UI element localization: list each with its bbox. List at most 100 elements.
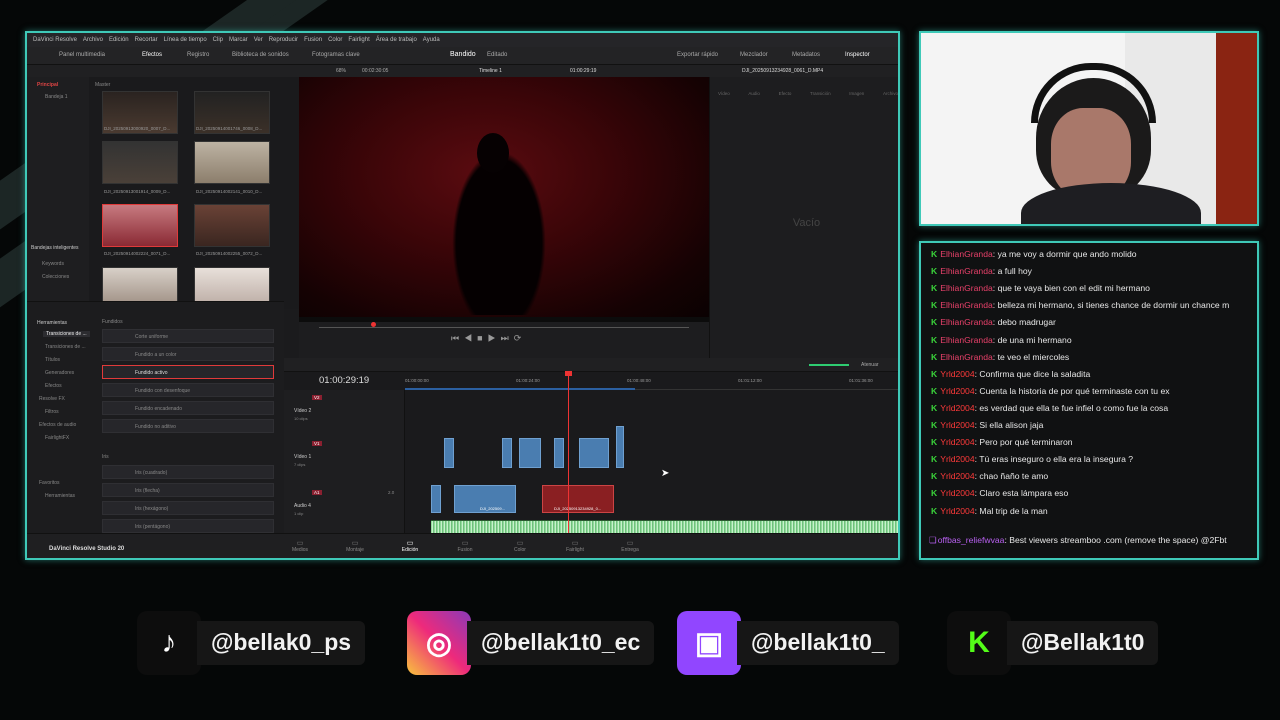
timeline-selector[interactable]: Timeline 1 [479,68,502,74]
chat-username[interactable]: Yrld2004 [940,506,974,516]
tools-item[interactable]: Herramientas [45,493,75,499]
menu-item[interactable]: Clip [213,37,223,43]
effect-item[interactable]: Corte uniforme [102,329,274,343]
menu-item[interactable]: Edición [109,37,129,43]
audio-transitions-item[interactable]: Transiciones de ... [45,344,86,350]
inspector-tab[interactable]: Archivo [883,81,898,101]
toolbox-header[interactable]: Herramientas [37,320,67,326]
menu-item[interactable]: Color [328,37,342,43]
social-badge[interactable]: ▣ @bellak1t0_ [677,611,899,675]
effect-item[interactable]: Fundido activo [102,365,274,379]
inspector-tab[interactable]: Efecto [779,81,792,101]
media-pool-button[interactable]: Panel multimedia [59,52,105,58]
audio-effects-item[interactable]: Efectos de audio [39,422,76,428]
playhead-handle[interactable] [565,371,572,376]
playhead-marker[interactable] [371,322,376,327]
media-clip-thumb[interactable] [194,141,270,184]
effect-item[interactable]: Fundido con desenfoque [102,383,274,397]
menu-item[interactable]: Archivo [83,37,103,43]
attenuate-button[interactable]: Atenuar [861,362,879,368]
menu-item[interactable]: Recortar [135,37,158,43]
metadata-button[interactable]: Metadatos [792,52,820,58]
menu-item[interactable]: Reproducir [269,37,298,43]
chat-username[interactable]: Yrld2004 [940,471,974,481]
page-tab[interactable]: ▭ Medios [285,539,315,553]
menu-item[interactable]: Línea de tiempo [164,37,207,43]
media-clip-thumb[interactable] [102,141,178,184]
effect-item[interactable]: Fundido a un color [102,347,274,361]
page-tab[interactable]: ▭ Fusion [450,539,480,553]
chat-username[interactable]: Yrld2004 [940,403,974,413]
timeline-clip[interactable] [579,438,609,468]
fairlight-fx-item[interactable]: FairlightFX [45,435,69,441]
page-tab[interactable]: ▭ Edición [395,539,425,553]
sound-library-button[interactable]: Biblioteca de sonidos [232,52,289,58]
inspector-tab[interactable]: Audio [748,81,760,101]
bin-1[interactable]: Bandeja 1 [45,94,68,100]
effect-item[interactable]: Iris (cuadrado) [102,465,274,479]
chat-username[interactable]: Yrld2004 [940,454,974,464]
media-clip-thumb[interactable] [194,204,270,247]
chat-username[interactable]: Yrld2004 [940,386,974,396]
menu-item[interactable]: Fairlight [348,37,369,43]
viewer[interactable] [299,77,709,322]
chat-username[interactable]: ElhianGranda [940,283,993,293]
zoom-level[interactable]: 68% [336,68,346,74]
inspector-tab[interactable]: Transición [810,81,831,101]
chat-username[interactable]: ElhianGranda [940,335,993,345]
page-tab[interactable]: ▭ Entrega [615,539,645,553]
volume-slider[interactable] [809,364,849,366]
effect-item[interactable]: Fundido no aditivo [102,419,274,433]
timeline-playhead[interactable] [568,372,569,533]
smart-bins-header[interactable]: Bandejas inteligentes [31,245,79,251]
timeline-clip[interactable] [502,438,512,468]
timeline-clip[interactable] [444,438,454,468]
effect-item[interactable]: Iris (flecha) [102,483,274,497]
bin-principal[interactable]: Principal [37,82,58,88]
chat-username[interactable]: ElhianGranda [940,352,993,362]
social-badge[interactable]: ♪ @bellak0_ps [137,611,366,675]
timeline-clip[interactable] [616,426,624,468]
index-button[interactable]: Registro [187,52,209,58]
keywords-bin[interactable]: Keywords [42,261,64,267]
effect-item[interactable]: Fundido encadenado [102,401,274,415]
track-id-a1[interactable]: A1 [312,490,322,495]
effect-item[interactable]: Iris (pentágono) [102,519,274,533]
menu-item[interactable]: DaVinci Resolve [33,37,77,43]
chat-username[interactable]: Yrld2004 [940,420,974,430]
chat-username[interactable]: Yrld2004 [940,488,974,498]
inspector-button[interactable]: Inspector [845,52,870,58]
track-id-v2[interactable]: V2 [312,395,322,400]
scrub-bar[interactable] [319,327,689,328]
effects-button[interactable]: Efectos [142,52,162,58]
chat-username[interactable]: ElhianGranda [940,317,993,327]
timeline-clip[interactable] [554,438,564,468]
video-transitions-item[interactable]: Transiciones de ... [43,331,90,337]
audio-waveform[interactable] [431,520,898,533]
timeline-clip[interactable] [519,438,541,468]
favorites-item[interactable]: Favoritos [39,480,60,486]
titles-item[interactable]: Títulos [45,357,60,363]
menu-item[interactable]: Marcar [229,37,248,43]
inspector-tab[interactable]: Vídeo [718,81,730,101]
track-id-v1[interactable]: V1 [312,441,322,446]
inspector-tab[interactable]: Imagen [849,81,864,101]
filters-item[interactable]: Filtros [45,409,59,415]
effect-item[interactable]: Iris (hexágono) [102,501,274,515]
page-tab[interactable]: ▭ Montaje [340,539,370,553]
social-badge[interactable]: ◎ @bellak1t0_ec [407,611,655,675]
menu-item[interactable]: Ver [254,37,263,43]
page-tab[interactable]: ▭ Fairlight [560,539,590,553]
chat-username[interactable]: offbas_reliefwvaa [938,535,1005,545]
transport-controls[interactable]: ⏮◀■▶⏭⟳ [451,333,526,344]
menu-item[interactable]: Ayuda [423,37,440,43]
collections-bin[interactable]: Colecciones [42,274,69,280]
timeline-clip[interactable] [431,485,441,513]
mixer-button[interactable]: Mezclador [740,52,768,58]
media-clip-thumb-selected[interactable] [102,204,178,247]
effects-item[interactable]: Efectos [45,383,62,389]
chat-username[interactable]: ElhianGranda [940,266,993,276]
menu-item[interactable]: Fusion [304,37,322,43]
chat-username[interactable]: Yrld2004 [940,369,974,379]
quick-export-button[interactable]: Exportar rápido [677,52,718,58]
